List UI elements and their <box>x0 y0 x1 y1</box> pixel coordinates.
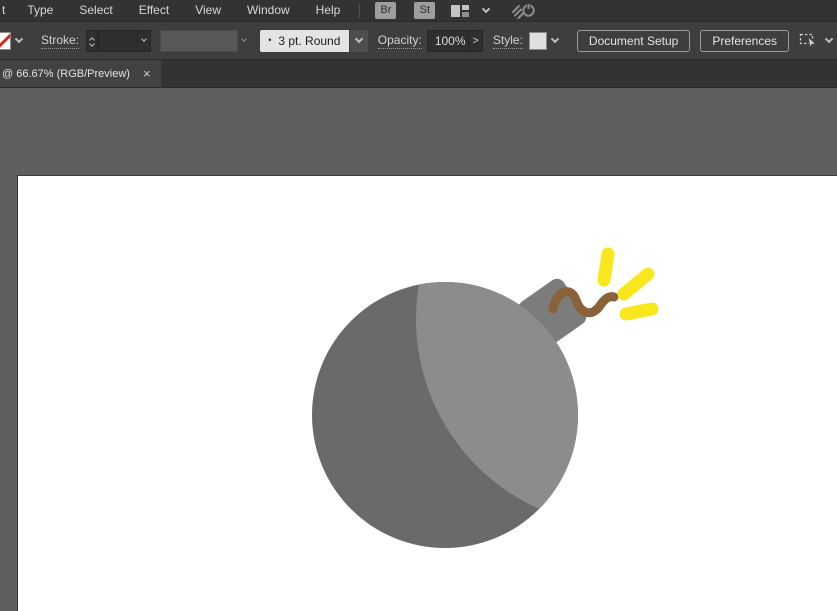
menu-item-select[interactable]: Select <box>66 0 125 21</box>
menubar-divider <box>359 3 361 18</box>
document-tab[interactable]: @ 66.67% (RGB/Preview) × <box>0 60 161 87</box>
fill-swatch-none[interactable] <box>0 31 11 50</box>
gpu-performance-icon[interactable] <box>510 2 536 19</box>
brush-definition-label: 3 pt. Round <box>278 33 341 48</box>
opacity-label[interactable]: Opacity: <box>377 33 422 49</box>
illustrator-window: t Type Select Effect View Window Help Br… <box>0 0 837 611</box>
bridge-button[interactable]: Br <box>375 2 397 19</box>
bomb-artwork <box>18 176 837 611</box>
document-tab-label: @ 66.67% (RGB/Preview) <box>2 67 130 80</box>
tab-close-icon[interactable]: × <box>143 67 151 80</box>
stroke-weight-input[interactable] <box>98 29 138 52</box>
document-tab-bar: @ 66.67% (RGB/Preview) × <box>0 60 837 88</box>
brush-chevron-icon[interactable] <box>349 29 368 52</box>
workspace-switcher-icon[interactable] <box>451 4 470 18</box>
opacity-input[interactable]: 100% <box>426 29 470 52</box>
select-similar-chevron-icon[interactable] <box>821 34 837 44</box>
stepper-down-icon[interactable] <box>89 41 95 47</box>
stroke-weight-chevron-icon[interactable] <box>137 29 151 52</box>
stroke-label[interactable]: Stroke: <box>41 33 80 49</box>
menu-item-view[interactable]: View <box>182 0 234 21</box>
canvas-pasteboard <box>0 88 837 611</box>
menu-item-partial[interactable]: t <box>0 0 14 21</box>
stock-button[interactable]: St <box>414 2 436 19</box>
style-swatch[interactable] <box>528 31 547 50</box>
workspace-chevron-icon[interactable] <box>482 4 491 14</box>
artboard[interactable] <box>17 175 837 611</box>
width-profile-dropdown[interactable] <box>159 29 238 52</box>
select-similar-icon[interactable] <box>799 32 821 49</box>
style-chevron-icon[interactable] <box>547 34 563 44</box>
fill-chevron-icon[interactable] <box>11 34 27 44</box>
width-profile-chevron-icon[interactable] <box>238 36 250 42</box>
menu-item-help[interactable]: Help <box>303 0 354 21</box>
menu-item-effect[interactable]: Effect <box>126 0 182 21</box>
menu-item-type[interactable]: Type <box>14 0 66 21</box>
brush-thumbnail-icon: • <box>268 35 272 45</box>
document-setup-button[interactable]: Document Setup <box>576 29 691 52</box>
spark-horizontal-shape[interactable] <box>619 302 659 321</box>
brush-definition-combo: • 3 pt. Round <box>259 29 368 52</box>
menu-bar: t Type Select Effect View Window Help Br… <box>0 0 837 22</box>
style-label[interactable]: Style: <box>492 33 523 49</box>
preferences-button[interactable]: Preferences <box>700 29 790 52</box>
brush-definition-value[interactable]: • 3 pt. Round <box>259 29 349 52</box>
spark-vertical-shape[interactable] <box>597 247 615 287</box>
opacity-panel-button[interactable]: > <box>469 29 483 52</box>
stroke-weight-stepper[interactable] <box>86 29 99 52</box>
none-slash-icon <box>0 32 10 49</box>
control-bar: Stroke: • 3 pt. Round Opacity: 100% > St… <box>0 22 837 60</box>
menu-item-window[interactable]: Window <box>234 0 303 21</box>
